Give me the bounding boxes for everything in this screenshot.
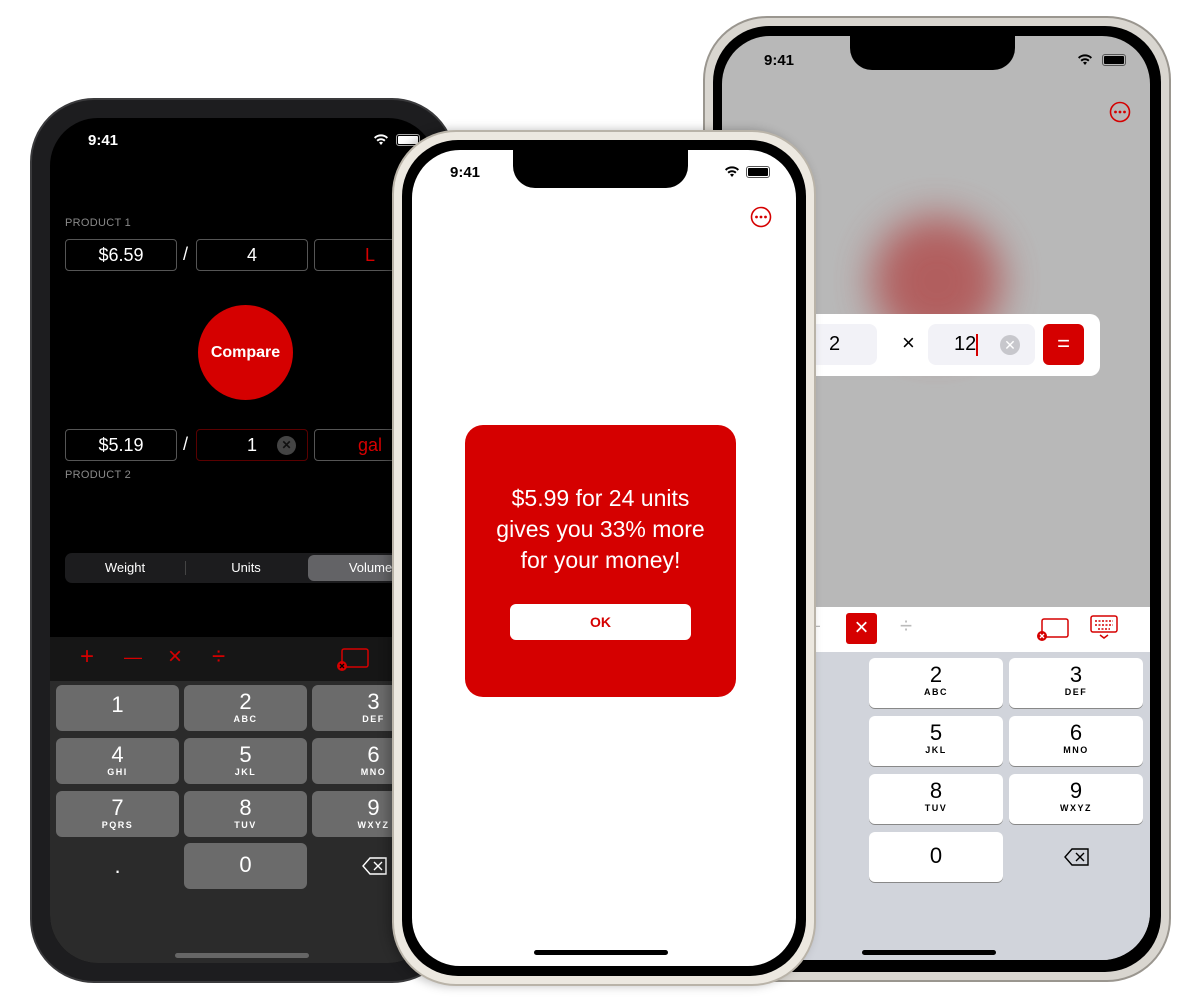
- minus-button[interactable]: —: [124, 647, 142, 668]
- operator-label: ×: [902, 330, 915, 355]
- result-alert: $5.99 for 24 units gives you 33% more fo…: [465, 425, 736, 697]
- measure-segmented-control: Weight Units Volume: [65, 553, 435, 583]
- status-time: 9:41: [450, 164, 481, 181]
- status-time: 9:41: [88, 132, 119, 149]
- home-indicator: [175, 953, 309, 958]
- clear-field-icon[interactable]: ✕: [1000, 335, 1020, 355]
- wifi-icon: [1078, 54, 1092, 65]
- times-button[interactable]: ×: [168, 643, 182, 671]
- key-2[interactable]: 2 ABC: [184, 685, 307, 731]
- product1-price-field[interactable]: $6.59: [65, 239, 177, 271]
- clear-field-icon[interactable]: ✕: [277, 436, 296, 455]
- backspace-icon[interactable]: [1064, 848, 1090, 866]
- segment-units[interactable]: Units: [186, 553, 306, 583]
- home-indicator: [862, 950, 996, 955]
- keyboard-toolbar: + — × ÷: [50, 637, 436, 681]
- alert-message: $5.99 for 24 units gives you 33% more fo…: [496, 485, 705, 573]
- key-8[interactable]: 8 TUV: [869, 774, 1003, 824]
- status-time: 9:41: [764, 52, 795, 69]
- battery-icon: [1102, 54, 1126, 66]
- separator: /: [183, 244, 189, 264]
- product1-quantity-field[interactable]: 4: [196, 239, 308, 271]
- equals-button[interactable]: =: [1043, 324, 1084, 365]
- key-5[interactable]: 5 JKL: [184, 738, 307, 784]
- wifi-icon: [374, 134, 388, 145]
- product2-label: PRODUCT 2: [65, 469, 132, 481]
- key-7[interactable]: 7 PQRS: [56, 791, 179, 837]
- ok-button[interactable]: OK: [510, 604, 691, 640]
- separator: /: [183, 434, 189, 454]
- left-screen: 9:41 PRODUCT 1 $6.59 / 4 L Compare $5.19…: [50, 118, 436, 963]
- plus-button[interactable]: +: [80, 643, 94, 671]
- key-1[interactable]: 1: [56, 685, 179, 731]
- right-operand-field[interactable]: 12 ✕: [928, 324, 1035, 365]
- divide-button[interactable]: ÷: [900, 613, 912, 639]
- clear-display-icon[interactable]: [1036, 617, 1070, 643]
- clear-display-icon[interactable]: [336, 647, 370, 673]
- key-8[interactable]: 8 TUV: [184, 791, 307, 837]
- product2-price-field[interactable]: $5.19: [65, 429, 177, 461]
- ellipsis-circle-icon[interactable]: [750, 206, 772, 228]
- segment-weight[interactable]: Weight: [65, 553, 185, 583]
- key-2[interactable]: 2 ABC: [869, 658, 1003, 708]
- home-indicator: [534, 950, 668, 955]
- key-5[interactable]: 5 JKL: [869, 716, 1003, 766]
- divide-button[interactable]: ÷: [212, 643, 225, 671]
- backspace-icon[interactable]: [362, 857, 388, 875]
- key-4[interactable]: 4 GHI: [56, 738, 179, 784]
- key-0[interactable]: 0: [869, 832, 1003, 882]
- key-6[interactable]: 6 MNO: [1009, 716, 1143, 766]
- key-9[interactable]: 9 WXYZ: [1009, 774, 1143, 824]
- key-0[interactable]: 0: [184, 843, 307, 889]
- compare-button[interactable]: Compare: [198, 305, 293, 400]
- battery-icon: [746, 166, 770, 178]
- key-3[interactable]: 3 DEF: [1009, 658, 1143, 708]
- product2-quantity-field[interactable]: 1 ✕: [196, 429, 308, 461]
- key-decimal[interactable]: .: [56, 843, 179, 889]
- ellipsis-circle-icon[interactable]: [1109, 101, 1131, 123]
- wifi-icon: [725, 166, 739, 177]
- number-keypad: 1 2 ABC 3 DEF 4 GHI 5 JKL 6 MNO 7 PQRS 8 TUV 9W…: [50, 681, 436, 963]
- keyboard-dismiss-icon[interactable]: [1090, 615, 1118, 641]
- middle-screen: 9:41 $5.99 for 24 units gives you 33% mo…: [412, 150, 796, 966]
- times-button[interactable]: ×: [846, 613, 877, 644]
- product1-label: PRODUCT 1: [65, 217, 132, 229]
